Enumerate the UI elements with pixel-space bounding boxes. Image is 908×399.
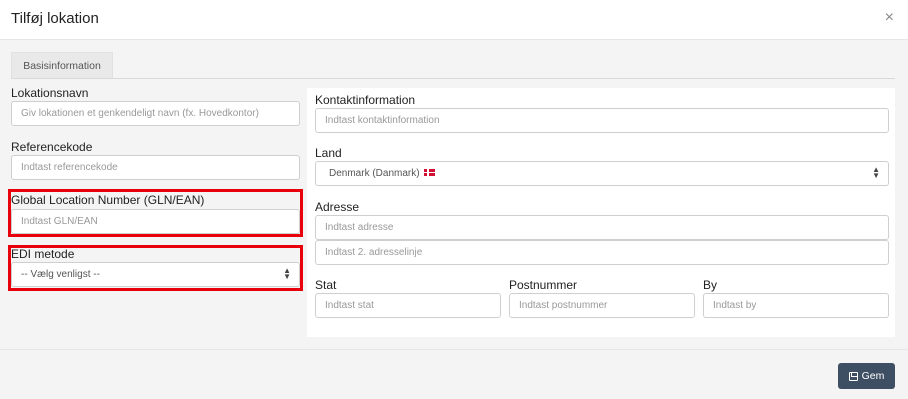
reference-code-input[interactable]: Indtast referencekode (11, 155, 300, 180)
postal-code-input[interactable]: Indtast postnummer (509, 293, 695, 318)
denmark-flag-icon (424, 168, 436, 176)
contact-label: Kontaktinformation (315, 93, 416, 107)
address-line2-input[interactable]: Indtast 2. adresselinje (315, 240, 889, 265)
dialog-title: Tilføj lokation (11, 10, 99, 27)
gln-highlight-box (8, 189, 303, 237)
city-input[interactable]: Indtast by (703, 293, 889, 318)
address-line1-input[interactable]: Indtast adresse (315, 215, 889, 240)
country-label: Land (315, 146, 342, 160)
close-icon[interactable]: × (885, 9, 894, 27)
sort-caret-icon: ▲ ▼ (872, 165, 880, 180)
tab-divider (11, 78, 895, 79)
country-select[interactable]: Denmark (Danmark) ▲ ▼ (315, 161, 889, 186)
location-name-label: Lokationsnavn (11, 86, 89, 100)
tab-basisinformation[interactable]: Basisinformation (11, 52, 113, 79)
city-label: By (703, 278, 718, 292)
dialog-body: Basisinformation Lokationsnavn Giv lokat… (0, 40, 908, 349)
country-selected: Denmark (Danmark) (329, 168, 420, 179)
save-button-label: Gem (861, 370, 885, 382)
edi-highlight-box (8, 245, 303, 291)
address-label: Adresse (315, 200, 360, 214)
state-input[interactable]: Indtast stat (315, 293, 501, 318)
floppy-disk-icon (848, 371, 858, 381)
save-button[interactable]: Gem (838, 363, 895, 389)
dialog-header: Tilføj lokation × (0, 0, 908, 40)
state-label: Stat (315, 278, 337, 292)
reference-code-label: Referencekode (11, 140, 93, 154)
dialog-footer: Gem (0, 349, 908, 399)
location-name-input[interactable]: Giv lokationen et genkendeligt navn (fx.… (11, 101, 300, 126)
postal-code-label: Postnummer (509, 278, 578, 292)
contact-input[interactable]: Indtast kontaktinformation (315, 108, 889, 133)
